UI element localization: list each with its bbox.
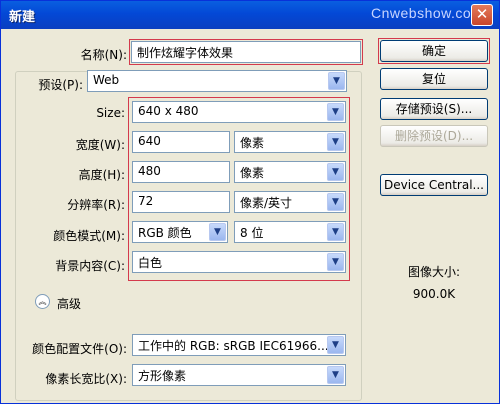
dropdown-arrow-icon: ▼ (327, 193, 344, 211)
save-preset-button[interactable]: 存储预设(S)... (380, 98, 488, 120)
dropdown-arrow-icon: ▼ (327, 163, 344, 181)
background-select[interactable]: 白色 ▼ (132, 251, 346, 273)
color-mode-label: 颜色模式(M): (53, 229, 125, 243)
color-profile-label: 颜色配置文件(O): (32, 342, 127, 356)
pixel-aspect-value: 方形像素 (138, 369, 187, 383)
color-mode-value: RGB 颜色 (138, 226, 192, 240)
image-size-value: 900.0K (412, 287, 456, 301)
dropdown-arrow-icon: ▼ (327, 223, 344, 241)
resolution-label: 分辨率(R): (67, 198, 125, 212)
pixel-aspect-select[interactable]: 方形像素 ▼ (132, 364, 346, 386)
width-unit-select[interactable]: 像素 ▼ (234, 131, 346, 153)
size-value: 640 x 480 (138, 104, 199, 118)
width-unit-value: 像素 (240, 136, 265, 150)
bit-depth-select[interactable]: 8 位 ▼ (234, 221, 346, 243)
name-input[interactable]: 制作炫耀字体效果 (131, 41, 361, 63)
dialog-title: 新建 (9, 10, 36, 25)
background-label: 背景内容(C): (55, 259, 125, 273)
dropdown-arrow-icon: ▼ (209, 223, 226, 241)
dropdown-arrow-icon: ▼ (327, 366, 344, 384)
dropdown-arrow-icon: ▼ (327, 336, 344, 354)
height-input[interactable]: 480 (132, 161, 230, 183)
close-button[interactable]: ✕ (471, 4, 493, 26)
pixel-aspect-label: 像素长宽比(X): (45, 372, 127, 386)
preset-label: 预设(P): (21, 76, 83, 93)
resolution-unit-value: 像素/英寸 (240, 196, 293, 210)
dropdown-arrow-icon: ▼ (328, 72, 345, 90)
color-mode-select[interactable]: RGB 颜色 ▼ (132, 221, 228, 243)
width-input[interactable]: 640 (132, 131, 230, 153)
height-unit-value: 像素 (240, 166, 265, 180)
size-select[interactable]: 640 x 480 ▼ (132, 101, 346, 123)
preset-value: Web (93, 73, 120, 87)
close-icon: ✕ (475, 5, 489, 23)
ok-button[interactable]: 确定 (380, 40, 488, 62)
resolution-input[interactable]: 72 (132, 191, 230, 213)
height-label: 高度(H): (78, 168, 125, 182)
dropdown-arrow-icon: ▼ (327, 133, 344, 151)
collapse-up-icon[interactable]: ︽ (35, 294, 50, 309)
name-label: 名称(N): (80, 48, 127, 62)
width-label: 宽度(W): (75, 138, 125, 152)
reset-button[interactable]: 复位 (380, 68, 488, 90)
watermark: Cnwebshow.com (371, 5, 484, 21)
background-value: 白色 (138, 256, 163, 270)
advanced-label[interactable]: 高级 (57, 295, 81, 312)
color-profile-value: 工作中的 RGB: sRGB IEC61966... (138, 339, 329, 353)
preset-select[interactable]: Web ▼ (87, 70, 347, 92)
height-unit-select[interactable]: 像素 ▼ (234, 161, 346, 183)
color-profile-select[interactable]: 工作中的 RGB: sRGB IEC61966... ▼ (132, 334, 346, 356)
device-central-button[interactable]: Device Central... (380, 174, 488, 196)
new-document-dialog: 新建 Cnwebshow.com ✕ 名称(N): 制作炫耀字体效果 预设(P)… (0, 0, 500, 404)
dropdown-arrow-icon: ▼ (327, 253, 344, 271)
bit-depth-value: 8 位 (240, 226, 264, 240)
title-bar[interactable]: 新建 Cnwebshow.com ✕ (1, 1, 499, 29)
delete-preset-button: 删除预设(D)... (380, 125, 488, 147)
resolution-unit-select[interactable]: 像素/英寸 ▼ (234, 191, 346, 213)
dropdown-arrow-icon: ▼ (327, 103, 344, 121)
image-size-label: 图像大小: (407, 265, 461, 279)
size-label: Size: (96, 106, 125, 120)
